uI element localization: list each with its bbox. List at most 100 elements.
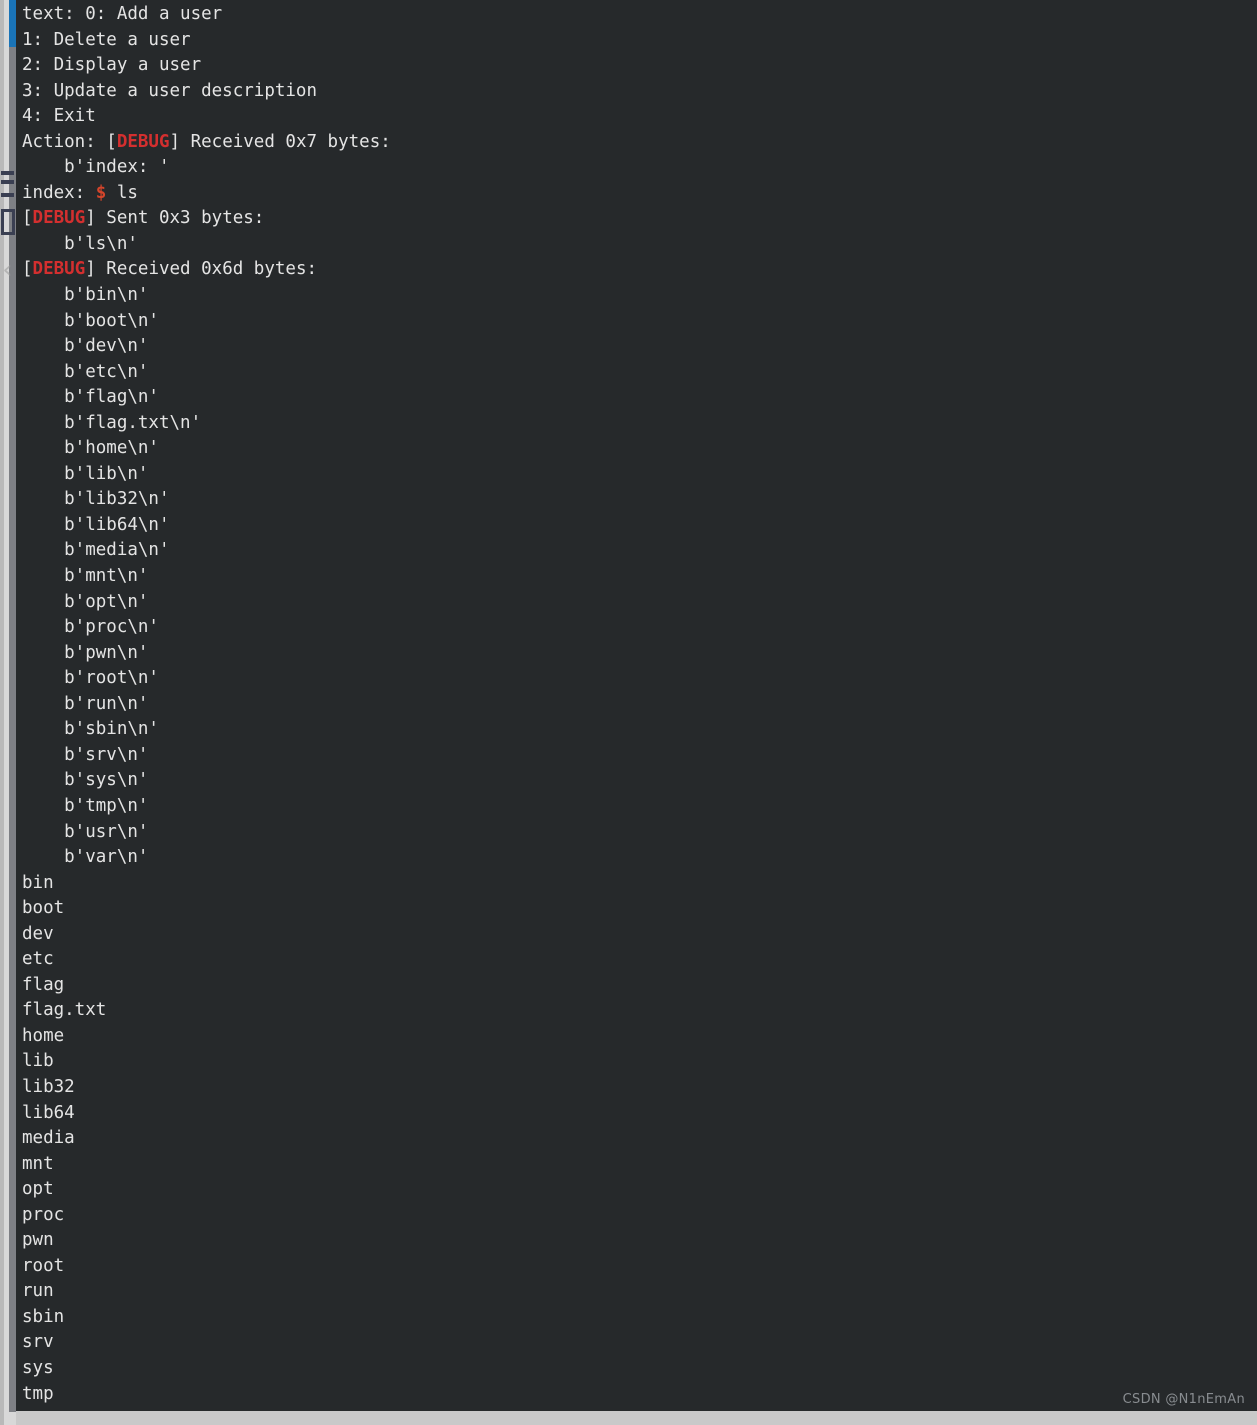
console-line: 3: Update a user description <box>22 79 1257 105</box>
debug-message: ] Sent 0x3 bytes: <box>85 208 265 229</box>
console-text: text: 0: Add a user 1: Delete a user 2: Di… <box>22 2 1257 1407</box>
console-line-text: b'tmp\n' <box>22 795 149 816</box>
editor-gutter-scrollbar[interactable]: ‹ <box>0 0 16 1425</box>
console-line-text: flag <box>22 974 65 995</box>
console-line: b'lib32\n' <box>22 487 1257 513</box>
console-line: b'ls\n' <box>22 232 1257 258</box>
console-line: flag <box>22 973 1257 999</box>
console-line: b'lib64\n' <box>22 513 1257 539</box>
debug-bracket-open: [ <box>22 208 33 229</box>
console-line: tmp <box>22 1382 1257 1408</box>
console-line: 2: Display a user <box>22 53 1257 79</box>
console-line-text: b'sbin\n' <box>22 719 159 740</box>
terminal-output-panel[interactable]: text: 0: Add a user 1: Delete a user 2: Di… <box>16 0 1257 1411</box>
console-line-text: b'run\n' <box>22 693 149 714</box>
gutter-bookmark-box-icon <box>1 209 15 235</box>
console-line: pwn <box>22 1228 1257 1254</box>
console-line-text: b'usr\n' <box>22 821 149 842</box>
console-line: bin <box>22 871 1257 897</box>
bottom-scrollbar-strip[interactable] <box>0 1411 1257 1425</box>
console-line: b'home\n' <box>22 436 1257 462</box>
console-line-text: sbin <box>22 1306 65 1327</box>
console-line: b'index: ' <box>22 155 1257 181</box>
console-line-text: lib64 <box>22 1102 75 1123</box>
console-line: b'flag.txt\n' <box>22 411 1257 437</box>
console-line-text: b'etc\n' <box>22 361 149 382</box>
console-line: b'etc\n' <box>22 360 1257 386</box>
debug-message: ] Received 0x6d bytes: <box>85 259 318 280</box>
gutter-mark-icon <box>1 180 14 184</box>
debug-tag: DEBUG <box>32 259 86 280</box>
console-line-text: b'srv\n' <box>22 744 149 765</box>
console-line: b'boot\n' <box>22 309 1257 335</box>
console-line: b'lib\n' <box>22 462 1257 488</box>
console-line: sbin <box>22 1305 1257 1331</box>
console-line: b'proc\n' <box>22 615 1257 641</box>
scrollbar-position-highlight[interactable] <box>9 0 16 47</box>
console-line: srv <box>22 1330 1257 1356</box>
console-line-text: b'index: ' <box>22 157 170 178</box>
console-line-text: 1: Delete a user <box>22 29 191 50</box>
console-line: root <box>22 1254 1257 1280</box>
console-line-text: 2: Display a user <box>22 55 202 76</box>
console-line-text: opt <box>22 1179 54 1200</box>
console-line-text: srv <box>22 1332 54 1353</box>
console-line: index: $ ls <box>22 181 1257 207</box>
console-line-text: dev <box>22 923 54 944</box>
console-line-text: text: 0: Add a user <box>22 4 223 24</box>
console-line-text: lib <box>22 1051 54 1072</box>
console-line-text: boot <box>22 898 65 919</box>
console-line: b'mnt\n' <box>22 564 1257 590</box>
console-line: b'pwn\n' <box>22 641 1257 667</box>
console-line-text: b'lib32\n' <box>22 489 170 510</box>
console-line-text: tmp <box>22 1383 54 1404</box>
console-line: b'srv\n' <box>22 743 1257 769</box>
chevron-left-icon: ‹ <box>2 255 13 285</box>
console-line: etc <box>22 947 1257 973</box>
console-line: proc <box>22 1203 1257 1229</box>
console-line: b'var\n' <box>22 845 1257 871</box>
console-line-text: b'opt\n' <box>22 591 149 612</box>
console-line: lib <box>22 1049 1257 1075</box>
console-line: b'flag\n' <box>22 385 1257 411</box>
console-line-text: pwn <box>22 1230 54 1251</box>
console-line: [DEBUG] Received 0x6d bytes: <box>22 257 1257 283</box>
console-line-text: b'flag.txt\n' <box>22 412 202 433</box>
console-line-text: root <box>22 1255 65 1276</box>
bottom-scrollbar-track[interactable] <box>8 1411 1257 1425</box>
console-line: b'sys\n' <box>22 768 1257 794</box>
watermark-label: CSDN @N1nEmAn <box>1122 1392 1245 1407</box>
prompt-command: ls <box>106 182 138 203</box>
console-line-text: 4: Exit <box>22 106 96 127</box>
console-line: b'bin\n' <box>22 283 1257 309</box>
console-line: b'media\n' <box>22 538 1257 564</box>
console-line: b'run\n' <box>22 692 1257 718</box>
console-line-text: proc <box>22 1204 65 1225</box>
console-line-text: run <box>22 1281 54 1302</box>
console-line: boot <box>22 896 1257 922</box>
console-line: dev <box>22 922 1257 948</box>
console-line-text: b'dev\n' <box>22 336 149 357</box>
console-line-text: 3: Update a user description <box>22 80 318 101</box>
console-line: lib64 <box>22 1101 1257 1127</box>
console-line-text: b'proc\n' <box>22 617 159 638</box>
console-line: flag.txt <box>22 998 1257 1024</box>
console-line: lib32 <box>22 1075 1257 1101</box>
console-line: b'tmp\n' <box>22 794 1257 820</box>
console-line: b'dev\n' <box>22 334 1257 360</box>
console-line-text: b'lib\n' <box>22 463 149 484</box>
prompt-symbol: $ <box>95 182 107 203</box>
console-line: b'sbin\n' <box>22 717 1257 743</box>
gutter-mark-icon <box>1 171 14 175</box>
console-line-text: b'flag\n' <box>22 387 159 408</box>
console-line-text: b'var\n' <box>22 847 149 868</box>
prompt-label: index: <box>22 182 96 203</box>
debug-bracket-open: [ <box>22 259 33 280</box>
debug-tag: DEBUG <box>32 208 86 229</box>
gutter-mark-icon <box>1 193 14 197</box>
console-line: 4: Exit <box>22 104 1257 130</box>
console-line: media <box>22 1126 1257 1152</box>
console-line-text: b'mnt\n' <box>22 566 149 587</box>
console-line-text: b'pwn\n' <box>22 642 149 663</box>
console-line: text: 0: Add a user <box>22 2 1257 28</box>
